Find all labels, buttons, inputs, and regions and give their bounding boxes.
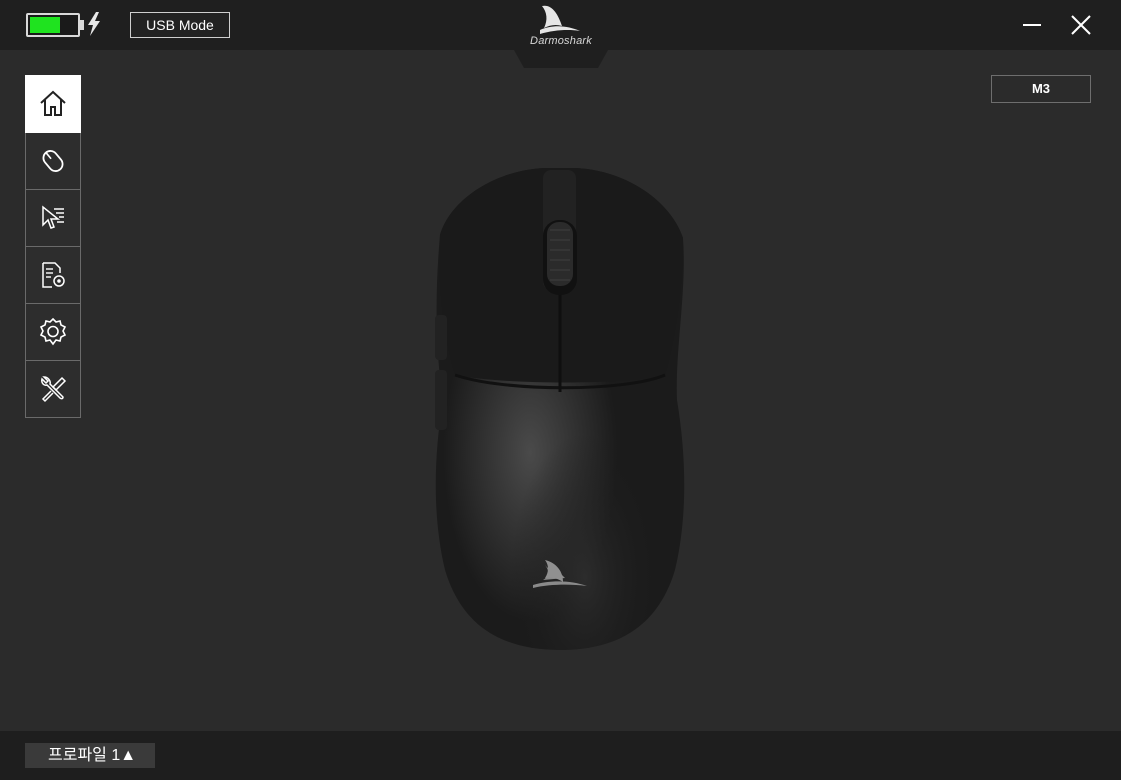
gear-icon: [39, 317, 67, 346]
pointer-icon: [42, 205, 64, 229]
battery-level-fill: [30, 17, 60, 33]
battery-indicator: [26, 13, 80, 37]
close-icon[interactable]: [1068, 12, 1094, 38]
sidebar-item-pointer[interactable]: [25, 190, 81, 247]
home-icon: [40, 90, 66, 116]
sidebar-item-tools[interactable]: [25, 361, 81, 418]
sidebar-item-home[interactable]: [25, 75, 81, 133]
sidebar-item-mouse[interactable]: [25, 133, 81, 190]
mouse-icon: [42, 150, 64, 172]
sidebar-item-document-settings[interactable]: [25, 247, 81, 304]
sidebar-item-settings[interactable]: [25, 304, 81, 361]
lightning-bolt-icon: [88, 12, 100, 36]
brand-name: Darmoshark: [530, 35, 592, 47]
device-model-badge[interactable]: M3: [991, 75, 1091, 103]
tools-icon: [41, 376, 67, 403]
brand-logo: Darmoshark: [514, 0, 608, 72]
minimize-icon[interactable]: [1019, 12, 1045, 38]
sidebar-nav: [25, 75, 81, 418]
battery-tip: [80, 20, 84, 30]
bottom-bar: [0, 731, 1121, 780]
document-settings-icon: [42, 262, 65, 288]
connection-mode-button[interactable]: USB Mode: [130, 12, 230, 38]
profile-selector[interactable]: 프로파일 1▲: [25, 743, 155, 768]
mouse-image: [435, 168, 685, 650]
